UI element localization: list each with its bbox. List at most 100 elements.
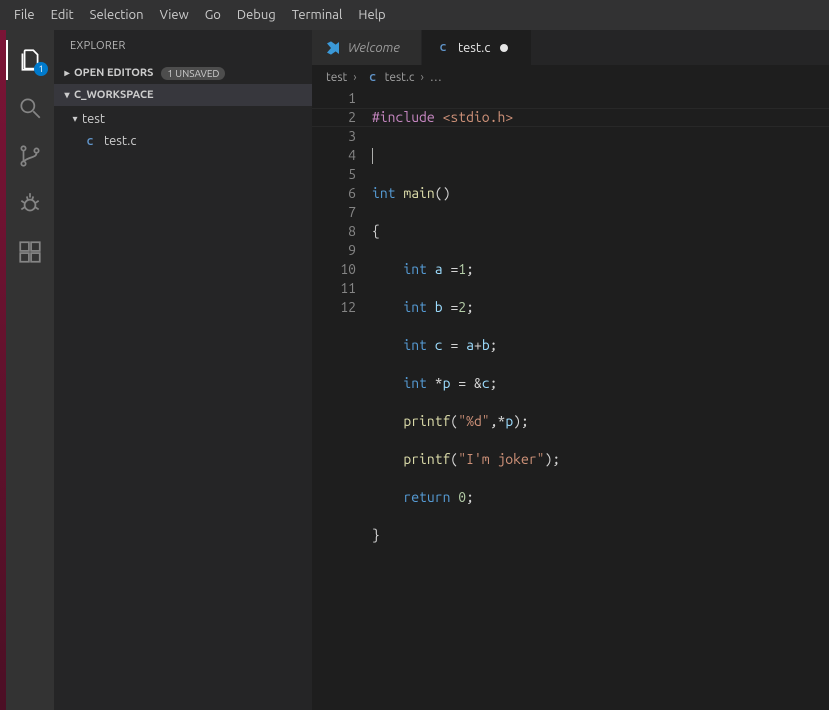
- workspace-section: ▾ C_WORKSPACE ▾ test C test.c: [54, 84, 312, 154]
- line-number: 4: [312, 146, 356, 165]
- token-op: &: [474, 375, 482, 391]
- token-number: 0: [458, 489, 466, 505]
- chevron-right-icon: ›: [421, 71, 424, 84]
- token-brace: }: [372, 527, 380, 543]
- menu-terminal[interactable]: Terminal: [284, 4, 351, 26]
- git-branch-icon: [17, 143, 43, 169]
- menu-view[interactable]: View: [152, 4, 197, 26]
- breadcrumbs[interactable]: test › C test.c › …: [312, 65, 829, 89]
- token-op: +: [474, 337, 482, 353]
- token-semi: ;: [552, 451, 560, 467]
- token-keyword: int: [403, 337, 427, 353]
- line-number: 8: [312, 222, 356, 241]
- extensions-icon: [17, 239, 43, 265]
- line-number: 6: [312, 184, 356, 203]
- file-tree: ▾ test C test.c: [54, 106, 312, 154]
- menu-file[interactable]: File: [6, 4, 43, 26]
- code-editor[interactable]: 1 2 3 4 5 6 7 8 9 10 11 12 #include <std…: [312, 89, 829, 710]
- line-number: 9: [312, 241, 356, 260]
- tab-file-label: test.c: [458, 41, 490, 55]
- breadcrumb-folder[interactable]: test: [326, 71, 347, 84]
- c-file-icon: C: [82, 133, 98, 149]
- chevron-down-icon: ▾: [60, 89, 74, 101]
- workspace-label: C_WORKSPACE: [74, 89, 154, 101]
- token-keyword: int: [403, 299, 427, 315]
- open-editors-label: OPEN EDITORS: [74, 67, 153, 79]
- explorer-sidebar: EXPLORER ▸ OPEN EDITORS 1 UNSAVED ▾ C_WO…: [54, 30, 312, 710]
- explorer-badge: 1: [34, 62, 48, 76]
- line-number-gutter: 1 2 3 4 5 6 7 8 9 10 11 12: [312, 89, 368, 710]
- c-file-icon: C: [434, 39, 452, 57]
- open-editors-section: ▸ OPEN EDITORS 1 UNSAVED: [54, 62, 312, 84]
- tree-file-test-c[interactable]: C test.c: [54, 130, 312, 152]
- token-semi: ;: [490, 375, 498, 391]
- menu-edit[interactable]: Edit: [43, 4, 82, 26]
- token-var: b: [435, 299, 443, 315]
- chevron-down-icon: ▾: [68, 113, 82, 125]
- activity-debug[interactable]: [6, 180, 54, 228]
- line-number: 5: [312, 165, 356, 184]
- token-number: 1: [458, 261, 466, 277]
- menu-bar: File Edit Selection View Go Debug Termin…: [0, 0, 829, 30]
- breadcrumb-symbol[interactable]: …: [430, 71, 442, 84]
- vscode-icon: [324, 39, 342, 57]
- token-var: p: [505, 413, 513, 429]
- token-keyword: return: [403, 489, 450, 505]
- line-number: 1: [312, 89, 356, 108]
- menu-help[interactable]: Help: [350, 4, 393, 26]
- token-paren: (: [435, 185, 443, 201]
- tree-folder-test[interactable]: ▾ test: [54, 108, 312, 130]
- line-number: 2: [312, 108, 356, 127]
- activity-explorer[interactable]: 1: [6, 36, 54, 84]
- activity-source-control[interactable]: [6, 132, 54, 180]
- token-semi: ;: [490, 337, 498, 353]
- token-paren: ): [443, 185, 451, 201]
- activity-bar: 1: [6, 30, 54, 710]
- text-cursor: [372, 148, 373, 164]
- menu-go[interactable]: Go: [197, 4, 229, 26]
- bug-icon: [17, 191, 43, 217]
- tab-welcome-label: Welcome: [348, 41, 400, 55]
- tree-file-label: test.c: [104, 134, 136, 148]
- activity-extensions[interactable]: [6, 228, 54, 276]
- line-number: 7: [312, 203, 356, 222]
- token-op: *: [435, 375, 443, 391]
- token-var: a: [435, 261, 443, 277]
- token-semi: ;: [466, 299, 474, 315]
- token-semi: ;: [521, 413, 529, 429]
- token-op: =: [458, 375, 466, 391]
- tab-test-c[interactable]: C test.c: [422, 30, 532, 65]
- menu-selection[interactable]: Selection: [82, 4, 152, 26]
- token-brace: {: [372, 223, 380, 239]
- token-preproc: #include: [372, 109, 435, 125]
- editor-group: Welcome C test.c test › C test.c › …: [312, 30, 829, 710]
- token-header: <stdio.h>: [443, 109, 514, 125]
- token-op: =: [450, 337, 458, 353]
- line-number: 10: [312, 260, 356, 279]
- token-keyword: int: [372, 185, 396, 201]
- breadcrumb-file[interactable]: test.c: [385, 71, 415, 84]
- token-var: c: [435, 337, 443, 353]
- c-file-icon: C: [365, 69, 381, 85]
- token-paren: ): [513, 413, 521, 429]
- tab-welcome[interactable]: Welcome: [312, 30, 422, 65]
- token-var: p: [443, 375, 451, 391]
- token-func: printf: [403, 451, 450, 467]
- editor-tabs: Welcome C test.c: [312, 30, 829, 65]
- unsaved-badge: 1 UNSAVED: [161, 67, 225, 80]
- token-keyword: int: [403, 375, 427, 391]
- token-keyword: int: [403, 261, 427, 277]
- open-editors-header[interactable]: ▸ OPEN EDITORS 1 UNSAVED: [54, 62, 312, 84]
- activity-search[interactable]: [6, 84, 54, 132]
- token-semi: ;: [466, 261, 474, 277]
- chevron-right-icon: ▸: [60, 67, 74, 79]
- token-func: printf: [403, 413, 450, 429]
- menu-debug[interactable]: Debug: [229, 4, 284, 26]
- token-var: b: [482, 337, 490, 353]
- workspace-header[interactable]: ▾ C_WORKSPACE: [54, 84, 312, 106]
- token-func: main: [403, 185, 434, 201]
- token-string: "I'm joker": [458, 451, 544, 467]
- chevron-right-icon: ›: [353, 71, 356, 84]
- code-content[interactable]: #include <stdio.h> int main() { int a = 1…: [368, 89, 829, 710]
- sidebar-title: EXPLORER: [54, 30, 312, 62]
